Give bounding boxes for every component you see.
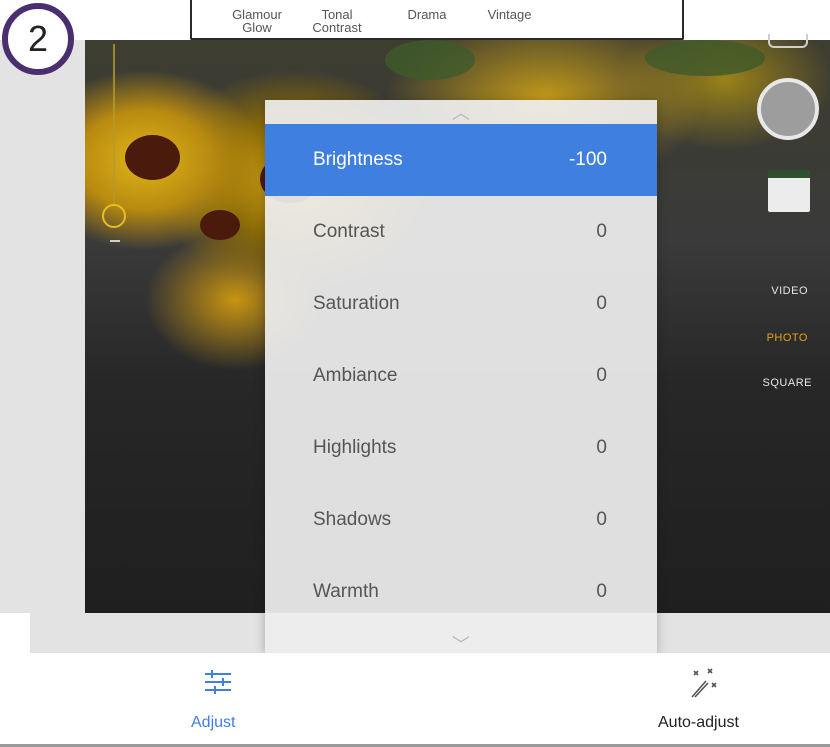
auto-adjust-label[interactable]: Auto-adjust: [658, 714, 739, 732]
adjust-row-value: 0: [596, 581, 607, 602]
step-number-badge: 2: [2, 3, 74, 75]
chevron-down-icon[interactable]: ﹀: [449, 636, 473, 654]
chevron-up-icon[interactable]: ︿: [449, 104, 473, 122]
thumbnail-strip: [768, 170, 810, 178]
adjust-row-ambiance[interactable]: Ambiance 0: [265, 340, 657, 412]
leaf: [645, 40, 765, 76]
adjust-row-highlights[interactable]: Highlights 0: [265, 412, 657, 484]
adjust-row-value: 0: [596, 293, 607, 314]
adjust-row-contrast[interactable]: Contrast 0: [265, 196, 657, 268]
flower-center: [125, 135, 180, 180]
minus-icon: [110, 240, 120, 242]
adjust-row-label: Ambiance: [313, 365, 398, 386]
flower-center: [200, 210, 240, 240]
focus-ring-icon[interactable]: [102, 204, 126, 228]
adjust-row-value: -100: [568, 149, 607, 170]
adjust-row-brightness[interactable]: Brightness -100: [265, 124, 657, 196]
filter-strip: Glamour Glow Tonal Contrast Drama Vintag…: [190, 0, 684, 40]
adjust-row-label: Contrast: [313, 221, 385, 242]
adjust-row-label: Shadows: [313, 509, 392, 530]
adjust-row-value: 0: [596, 437, 607, 458]
filter-glamour-glow[interactable]: Glamour Glow: [222, 8, 292, 34]
mode-video[interactable]: VIDEO: [738, 285, 808, 297]
adjust-row-value: 0: [596, 509, 607, 530]
adjust-row-label: Warmth: [313, 581, 379, 602]
filter-vintage[interactable]: Vintage: [472, 8, 547, 21]
filter-tonal-contrast[interactable]: Tonal Contrast: [302, 8, 372, 34]
app-screen: Glamour Glow Tonal Contrast Drama Vintag…: [0, 0, 830, 747]
magic-wand-icon[interactable]: [686, 667, 720, 701]
leaf: [385, 40, 475, 80]
adjust-row-label: Saturation: [313, 293, 400, 314]
adjust-row-saturation[interactable]: Saturation 0: [265, 268, 657, 340]
filter-drama[interactable]: Drama: [392, 8, 462, 21]
mode-photo[interactable]: PHOTO: [738, 332, 808, 344]
adjust-row-warmth[interactable]: Warmth 0: [265, 556, 657, 628]
adjust-row-shadows[interactable]: Shadows 0: [265, 484, 657, 556]
adjust-row-value: 0: [596, 221, 607, 242]
adjust-row-label: Highlights: [313, 437, 397, 458]
focus-indicator-line: [113, 44, 115, 204]
adjust-label[interactable]: Adjust: [191, 714, 235, 732]
gallery-thumbnail[interactable]: [768, 170, 810, 212]
mode-square[interactable]: SQUARE: [742, 377, 812, 389]
shutter-button[interactable]: [757, 78, 819, 140]
camera-switch-icon[interactable]: [768, 34, 808, 48]
adjust-panel: ︿ Brightness -100 Contrast 0 Saturation …: [265, 100, 657, 654]
adjust-row-value: 0: [596, 365, 607, 386]
sliders-icon[interactable]: [203, 670, 233, 694]
adjust-row-label: Brightness: [313, 149, 403, 170]
left-margin: [0, 40, 85, 613]
